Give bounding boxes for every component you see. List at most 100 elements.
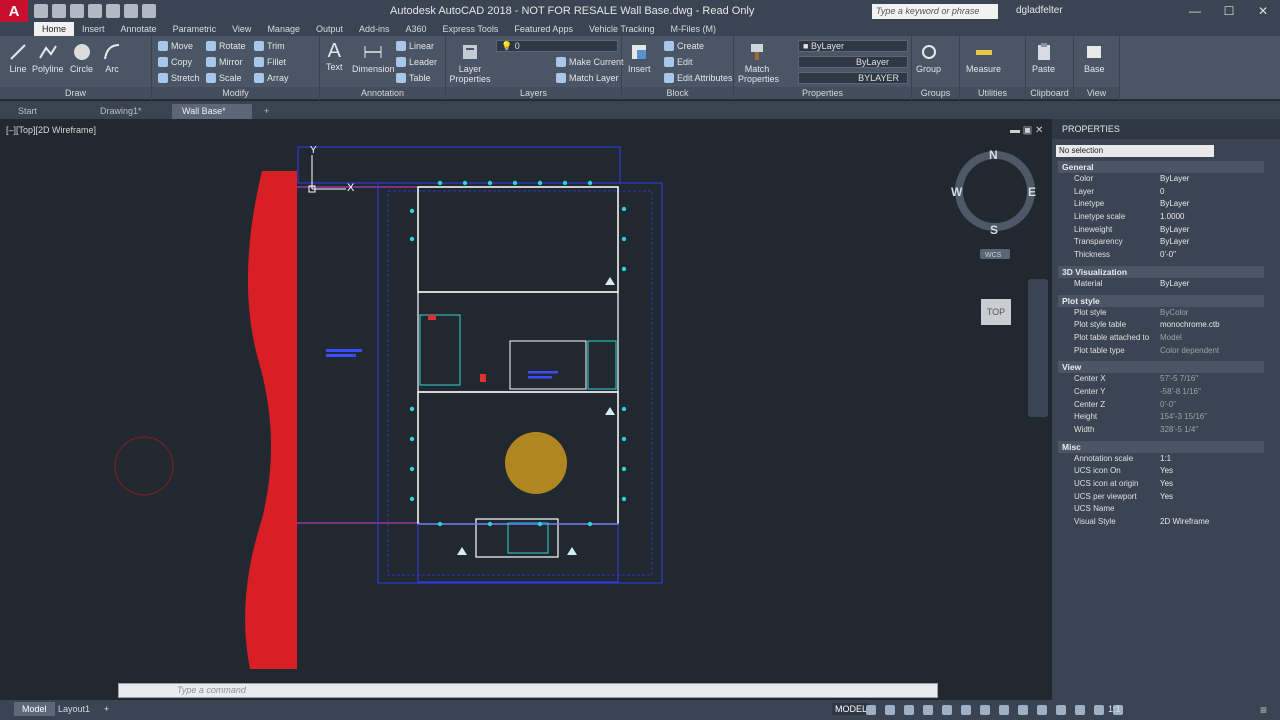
copy-tool[interactable]: Copy <box>158 57 192 67</box>
navigation-bar[interactable] <box>1028 279 1048 417</box>
section-general[interactable]: General <box>1058 161 1264 173</box>
viewcube-south[interactable]: S <box>990 223 998 237</box>
annotation-panel-label[interactable]: Annotation <box>320 87 445 99</box>
edit-attributes-tool[interactable]: Edit Attributes <box>664 73 733 83</box>
saveas-icon[interactable] <box>88 4 102 18</box>
property-row[interactable]: Plot table type Color dependent <box>1074 345 1280 358</box>
ribbon-tab-output[interactable]: Output <box>308 22 351 36</box>
view-panel-label[interactable]: View <box>1074 87 1119 99</box>
table-tool[interactable]: Table <box>396 73 431 83</box>
property-row[interactable]: Linetype ByLayer <box>1074 198 1280 211</box>
autocad-logo-icon[interactable]: A <box>0 0 28 22</box>
property-value[interactable]: 154'-3 15/16" <box>1160 411 1207 424</box>
ribbon-tab-add-ins[interactable]: Add-ins <box>351 22 398 36</box>
clipboard-panel-label[interactable]: Clipboard <box>1026 87 1073 99</box>
scale-tool[interactable]: Scale <box>206 73 242 83</box>
fillet-tool[interactable]: Fillet <box>254 57 286 67</box>
property-value[interactable]: 0 <box>1160 186 1164 199</box>
insert-tool[interactable]: Insert <box>628 42 651 74</box>
mirror-tool[interactable]: Mirror <box>206 57 243 67</box>
ribbon-tab-annotate[interactable]: Annotate <box>113 22 165 36</box>
section-3d-visualization[interactable]: 3D Visualization <box>1058 265 1264 278</box>
property-row[interactable]: Width 328'-5 1/4" <box>1074 424 1280 437</box>
section-plot-style[interactable]: Plot style <box>1058 294 1264 307</box>
property-value[interactable]: 0'-0" <box>1160 399 1176 412</box>
selection-cycling-icon[interactable] <box>1018 705 1028 715</box>
add-layout-button[interactable]: + <box>96 702 117 716</box>
property-row[interactable]: Lineweight ByLayer <box>1074 224 1280 237</box>
command-input[interactable]: Type a command <box>118 683 938 698</box>
lineweight-dropdown[interactable]: ByLayer <box>798 56 908 68</box>
property-value[interactable]: Color dependent <box>1160 345 1219 358</box>
property-value[interactable]: 2D Wireframe <box>1160 516 1209 529</box>
layer-dropdown[interactable]: 💡 0 <box>496 40 618 52</box>
property-value[interactable]: ByLayer <box>1160 173 1189 186</box>
undo-icon[interactable] <box>124 4 138 18</box>
model-tab[interactable]: Model <box>14 702 55 716</box>
property-row[interactable]: UCS icon On Yes <box>1074 465 1280 478</box>
property-value[interactable]: 1:1 <box>1160 453 1171 466</box>
property-value[interactable]: monochrome.ctb <box>1160 319 1220 332</box>
customization-menu-icon[interactable]: ≡ <box>1260 703 1267 717</box>
viewcube-east[interactable]: E <box>1028 185 1036 199</box>
close-icon[interactable]: ✕ <box>1246 0 1280 22</box>
otrack-icon[interactable] <box>961 705 971 715</box>
property-row[interactable]: UCS per viewport Yes <box>1074 491 1280 504</box>
property-value[interactable]: 1.0000 <box>1160 211 1184 224</box>
user-name[interactable]: dgladfelter <box>1016 5 1063 16</box>
property-row[interactable]: Linetype scale 1.0000 <box>1074 211 1280 224</box>
osnap-icon[interactable] <box>942 705 952 715</box>
property-row[interactable]: Annotation scale 1:1 <box>1074 453 1280 466</box>
trim-tool[interactable]: Trim <box>254 41 285 51</box>
create-block-tool[interactable]: Create <box>664 41 704 51</box>
ribbon-tab-a360[interactable]: A360 <box>398 22 435 36</box>
paste-tool[interactable]: Paste <box>1032 42 1055 74</box>
property-value[interactable]: -58'-8 1/16" <box>1160 386 1201 399</box>
polar-icon[interactable] <box>923 705 933 715</box>
minimize-icon[interactable]: — <box>1178 0 1212 22</box>
measure-tool[interactable]: Measure <box>966 42 1001 74</box>
ribbon-tab-home[interactable]: Home <box>34 22 75 36</box>
lineweight-icon[interactable] <box>980 705 990 715</box>
property-row[interactable]: Layer 0 <box>1074 186 1280 199</box>
ribbon-tab-m-files-m-[interactable]: M-Files (M) <box>663 22 725 36</box>
property-row[interactable]: Color ByLayer <box>1074 173 1280 186</box>
polyline-tool[interactable]: Polyline <box>32 42 64 74</box>
property-value[interactable]: ByLayer <box>1160 224 1189 237</box>
property-value[interactable]: ByLayer <box>1160 278 1189 291</box>
property-row[interactable]: Height 154'-3 15/16" <box>1074 411 1280 424</box>
open-icon[interactable] <box>52 4 66 18</box>
property-value[interactable]: Yes <box>1160 478 1173 491</box>
section-view[interactable]: View <box>1058 361 1264 374</box>
stretch-tool[interactable]: Stretch <box>158 73 200 83</box>
linetype-dropdown[interactable]: BYLAYER <box>798 72 908 84</box>
edit-block-tool[interactable]: Edit <box>664 57 693 67</box>
property-row[interactable]: Center Y -58'-8 1/16" <box>1074 386 1280 399</box>
property-row[interactable]: Material ByLayer <box>1074 278 1280 291</box>
viewcube-top-face[interactable]: TOP <box>981 299 1011 325</box>
viewport-controls[interactable]: ▬ ▣ ✕ <box>1010 125 1043 136</box>
drawing-canvas[interactable]: [–][Top][2D Wireframe] Y X N S E W WCS ▬… <box>0 119 1050 700</box>
save-icon[interactable] <box>70 4 84 18</box>
new-icon[interactable] <box>34 4 48 18</box>
property-value[interactable]: 0'-0" <box>1160 249 1176 262</box>
viewcube-west[interactable]: W <box>951 185 963 199</box>
utilities-panel-label[interactable]: Utilities <box>960 87 1025 99</box>
draw-panel-label[interactable]: Draw <box>0 87 151 99</box>
lock-ui-icon[interactable] <box>1094 705 1104 715</box>
block-panel-label[interactable]: Block <box>622 87 733 99</box>
leader-tool[interactable]: Leader <box>396 57 437 67</box>
groups-panel-label[interactable]: Groups <box>912 87 959 99</box>
arc-tool[interactable]: Arc <box>102 42 122 74</box>
ribbon-tab-featured-apps[interactable]: Featured Apps <box>506 22 581 36</box>
property-row[interactable]: Plot table attached to Model <box>1074 332 1280 345</box>
doc-tab-wall-base[interactable]: Wall Base* <box>172 104 252 119</box>
properties-panel-label[interactable]: Properties <box>734 87 911 99</box>
wcs-label[interactable]: WCS <box>985 252 1002 259</box>
viewcube[interactable] <box>955 151 1035 231</box>
doc-tab-drawing1[interactable]: Drawing1* <box>90 104 170 119</box>
layout1-tab[interactable]: Layout1 <box>50 702 98 716</box>
ribbon-tab-manage[interactable]: Manage <box>259 22 308 36</box>
doc-tab-start[interactable]: Start <box>8 104 88 119</box>
dimension-tool[interactable]: Dimension <box>352 42 395 74</box>
